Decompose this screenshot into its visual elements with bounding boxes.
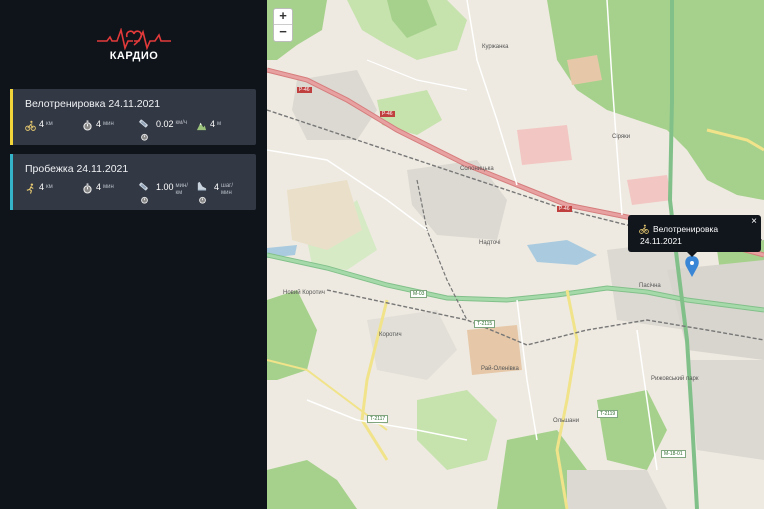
stat-unit: мин/км: [175, 183, 188, 196]
stat-cadence: 4 шаг/мин: [196, 180, 241, 204]
stat-unit: шаг/мин: [221, 183, 234, 196]
stopwatch-icon: [141, 133, 148, 141]
workout-title: Велотренировка 24.11.2021: [25, 98, 161, 110]
kardio-logo: КАРДИО: [97, 28, 171, 70]
popup-date: 24.11.2021: [640, 236, 682, 246]
stat-elevation: 4 м: [196, 119, 221, 131]
map-label: Надточі: [479, 240, 501, 246]
workout-card-cycling[interactable]: Велотренировка 24.11.2021 4 км 4 мин 0.0…: [10, 89, 256, 145]
map-label: Коротич: [379, 332, 402, 338]
road-label: T-2115: [474, 320, 496, 328]
stat-unit: км: [46, 121, 53, 127]
stat-pace: 1.00 мин/км: [138, 180, 194, 204]
road-label: T-2119: [597, 410, 619, 418]
stat-value: 0.02: [156, 119, 174, 129]
popup-tip: [687, 252, 697, 257]
workout-card-running[interactable]: Пробежка 24.11.2021 4 км 4 мин 1.00 мин/…: [10, 154, 256, 210]
stat-speed: 0.02 км/ч: [138, 117, 190, 141]
mountain-icon: [196, 122, 207, 131]
map-label: Сіряки: [612, 134, 631, 140]
road-label: M-03: [410, 290, 428, 298]
workout-title: Пробежка 24.11.2021: [25, 163, 129, 175]
map-label: Новий Коротич: [283, 290, 325, 296]
stat-value: 4: [39, 119, 45, 129]
road-label: P-46: [297, 87, 312, 93]
stat-value: 1.00: [156, 182, 174, 192]
runner-icon: [26, 183, 34, 194]
stat-unit: мин: [103, 184, 114, 190]
stat-unit: м: [217, 121, 222, 127]
shoe-icon: [197, 181, 207, 191]
popup-title: Велотренировка: [653, 224, 719, 234]
stat-time: 4 мин: [82, 119, 114, 131]
stopwatch-icon: [83, 120, 92, 131]
map-label: Рижовський парк: [651, 376, 699, 382]
speedometer-icon: [139, 182, 148, 191]
stopwatch-icon: [199, 196, 206, 204]
road-label: P-46: [380, 111, 395, 117]
logo-text: КАРДИО: [109, 50, 159, 62]
map-label: Солоницька: [460, 166, 494, 172]
sidebar: КАРДИО Велотренировка 24.11.2021 4 км 4 …: [0, 0, 267, 509]
stat-value: 4: [214, 182, 220, 192]
map-label: Куржанка: [482, 44, 509, 50]
zoom-in-button[interactable]: +: [274, 9, 292, 25]
stat-distance: 4 км: [25, 119, 53, 131]
zoom-control: + −: [273, 8, 293, 42]
stat-unit: км: [46, 184, 53, 190]
stat-value: 4: [210, 119, 216, 129]
cyclist-icon: [25, 120, 36, 131]
cyclist-icon: [639, 224, 649, 234]
stat-time: 4 мин: [82, 182, 114, 194]
map-label: Ольшани: [553, 418, 580, 424]
stat-value: 4: [96, 119, 102, 129]
card-accent: [10, 89, 13, 145]
stat-distance: 4 км: [25, 182, 53, 194]
popup-close-button[interactable]: ×: [751, 216, 757, 227]
road-label: T-2117: [367, 415, 389, 423]
stopwatch-icon: [83, 183, 92, 194]
stopwatch-icon: [141, 196, 148, 204]
speedometer-icon: [139, 119, 148, 128]
stat-value: 4: [96, 182, 102, 192]
stat-value: 4: [39, 182, 45, 192]
zoom-out-button[interactable]: −: [274, 25, 292, 40]
heartbeat-logo-icon: [97, 28, 171, 50]
map-label: Рай-Оленівка: [481, 366, 519, 372]
stat-unit: км/ч: [175, 120, 188, 126]
road-label: M-18-01: [661, 450, 686, 458]
card-accent: [10, 154, 13, 210]
stat-unit: мин: [103, 121, 114, 127]
road-label: P-46: [557, 206, 572, 212]
map-label: Пасічна: [639, 283, 661, 289]
map-popup: Велотренировка 24.11.2021 ×: [628, 215, 761, 257]
